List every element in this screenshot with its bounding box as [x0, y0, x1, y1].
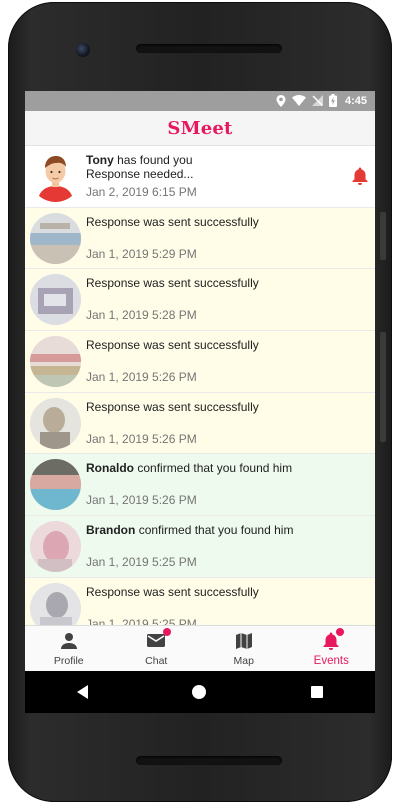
event-item[interactable]: Response was sent successfully Jan 1, 20…	[25, 577, 375, 625]
location-icon	[276, 94, 286, 107]
event-text: Response was sent successfully	[86, 584, 259, 599]
icon-wrap	[60, 632, 78, 652]
nav-label: Profile	[53, 655, 84, 667]
event-message: Response was sent successfully	[86, 338, 345, 352]
avatar-photo	[30, 459, 81, 511]
event-time: Jan 2, 2019 6:15 PM	[86, 185, 197, 199]
photo-avatar	[30, 336, 81, 388]
nav-map[interactable]: Map	[200, 626, 288, 671]
event-message: Response was sent successfully	[86, 400, 345, 414]
map-icon	[235, 633, 252, 649]
icon-wrap	[323, 628, 345, 652]
person-icon	[60, 633, 77, 649]
avatar-photo	[30, 397, 81, 449]
event-time: Jan 1, 2019 5:28 PM	[86, 308, 197, 323]
front-camera	[76, 43, 90, 57]
event-item[interactable]: Brandon confirmed that you found him Jan…	[25, 516, 375, 578]
back-icon[interactable]	[77, 685, 89, 699]
event-subtext: Response needed...	[86, 167, 194, 181]
avatar-photo	[30, 274, 81, 326]
event-time: Jan 1, 2019 5:26 PM	[86, 370, 197, 385]
cartoon-man-avatar	[38, 156, 73, 202]
event-text: confirmed that you found him	[138, 523, 294, 538]
no-signal-icon	[311, 95, 323, 106]
event-time: Jan 1, 2019 5:25 PM	[86, 555, 197, 570]
app-title: SMeet	[167, 117, 233, 139]
status-bar: 4:45	[25, 91, 375, 111]
photo-avatar	[30, 521, 81, 573]
event-item[interactable]: Response was sent successfully Jan 1, 20…	[25, 392, 375, 455]
bell-alert-icon[interactable]	[352, 167, 368, 185]
bottom-navigation: Profile Chat Map Events	[25, 625, 375, 671]
event-text: Response was sent successfully	[86, 399, 259, 414]
event-name: Ronaldo	[86, 461, 134, 476]
photo-avatar	[30, 459, 81, 511]
icon-wrap	[146, 628, 172, 652]
event-message: Response was sent successfully	[86, 276, 345, 290]
event-time: Jan 1, 2019 5:25 PM	[86, 616, 197, 625]
event-message: Brandon confirmed that you found him	[86, 523, 345, 537]
power-button	[380, 212, 386, 260]
screen: 4:45 SMeet Tony has found you Response n…	[25, 91, 375, 671]
event-name: Tony	[86, 153, 114, 167]
event-item[interactable]: Tony has found you Response needed... Ja…	[25, 146, 375, 208]
nav-label: Chat	[145, 655, 168, 667]
event-item[interactable]: Response was sent successfully Jan 1, 20…	[25, 331, 375, 393]
events-list[interactable]: Tony has found you Response needed... Ja…	[25, 146, 375, 625]
event-text: confirmed that you found him	[137, 461, 293, 476]
photo-avatar	[30, 274, 81, 326]
system-navigation-bar	[25, 671, 375, 713]
event-time: Jan 1, 2019 5:26 PM	[86, 493, 197, 508]
event-text: Response was sent successfully	[86, 276, 259, 291]
recents-icon[interactable]	[310, 686, 323, 698]
avatar-photo	[30, 212, 81, 264]
avatar-photo	[30, 521, 81, 573]
status-time: 4:45	[344, 94, 367, 107]
app-bar: SMeet	[25, 111, 375, 146]
photo-avatar	[30, 397, 81, 449]
status-icons: 4:45	[276, 94, 367, 107]
nav-label: Map	[233, 655, 254, 667]
bottom-speaker	[136, 756, 282, 765]
event-item[interactable]: Response was sent successfully Jan 1, 20…	[25, 269, 375, 332]
wifi-icon	[291, 95, 306, 106]
home-icon[interactable]	[192, 685, 207, 699]
nav-profile[interactable]: Profile	[25, 626, 113, 671]
notification-badge	[163, 628, 172, 636]
event-message: Response was sent successfully	[86, 215, 345, 229]
event-text: has found you	[117, 153, 193, 167]
photo-avatar	[30, 212, 81, 264]
event-name: Brandon	[86, 523, 136, 538]
event-time: Jan 1, 2019 5:26 PM	[86, 431, 197, 446]
event-item[interactable]: Ronaldo confirmed that you found him Jan…	[25, 454, 375, 517]
avatar-photo	[30, 582, 81, 625]
event-message: Response was sent successfully	[86, 585, 345, 599]
earpiece-speaker	[136, 44, 282, 53]
event-item[interactable]: Response was sent successfully Jan 1, 20…	[25, 207, 375, 270]
nav-label: Events	[313, 655, 349, 667]
event-text: Response was sent successfully	[86, 214, 259, 229]
event-time: Jan 1, 2019 5:29 PM	[86, 246, 197, 261]
event-message: Tony has found you Response needed...	[86, 153, 345, 181]
nav-chat[interactable]: Chat	[113, 626, 201, 671]
notification-badge	[336, 628, 345, 636]
nav-events[interactable]: Events	[288, 626, 376, 671]
battery-charging-icon	[328, 94, 337, 107]
event-message: Ronaldo confirmed that you found him	[86, 461, 345, 475]
photo-avatar	[30, 582, 81, 625]
event-text: Response was sent successfully	[86, 338, 259, 353]
avatar	[30, 151, 81, 202]
volume-button	[380, 332, 386, 442]
icon-wrap	[235, 632, 253, 652]
avatar-photo	[30, 336, 81, 388]
